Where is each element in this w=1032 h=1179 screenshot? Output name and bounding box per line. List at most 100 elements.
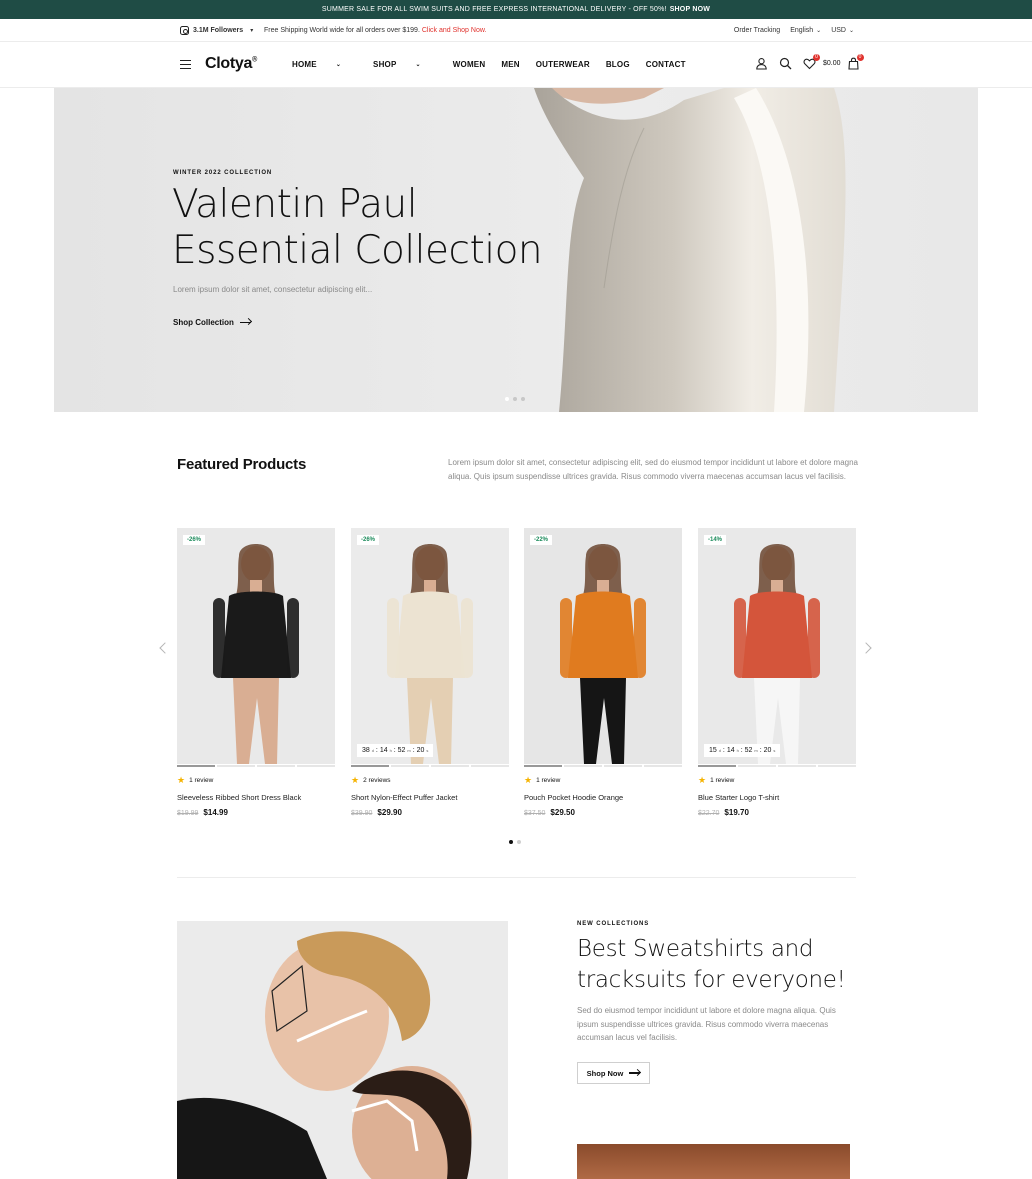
hero-pagination bbox=[505, 397, 525, 401]
shop-now-button[interactable]: Shop Now bbox=[577, 1062, 650, 1084]
instagram-followers[interactable]: 3.1M Followers ▾ bbox=[180, 26, 253, 35]
nav-item-home[interactable]: HOME ⌄ bbox=[292, 60, 357, 69]
product-name[interactable]: Pouch Pocket Hoodie Orange bbox=[524, 793, 682, 802]
collection-image bbox=[177, 921, 508, 1179]
product-name[interactable]: Sleeveless Ribbed Short Dress Black bbox=[177, 793, 335, 802]
hero-kicker: WINTER 2022 COLLECTION bbox=[173, 170, 273, 176]
star-icon: ★ bbox=[177, 775, 186, 785]
wishlist-icon[interactable]: 0 bbox=[803, 54, 820, 70]
menu-icon[interactable] bbox=[180, 60, 191, 69]
timer-seconds: 20 bbox=[416, 747, 425, 754]
wishlist-count: 0 bbox=[813, 54, 820, 61]
chevron-down-icon: ⌄ bbox=[335, 62, 342, 68]
language-select[interactable]: English ⌄ bbox=[790, 27, 821, 34]
order-tracking-link[interactable]: Order Tracking bbox=[734, 27, 780, 34]
logo-mark: ® bbox=[252, 56, 257, 64]
topbar: 3.1M Followers ▾ Free Shipping World wid… bbox=[0, 19, 1032, 42]
product-photo bbox=[387, 544, 473, 764]
currency-select[interactable]: USD ⌄ bbox=[831, 27, 854, 34]
sale-price: $29.90 bbox=[377, 808, 402, 817]
followers-count: 3.1M Followers bbox=[193, 27, 244, 34]
countdown-timer: 15 d : 14 h : 52 m : 20 s bbox=[704, 744, 781, 757]
hero-title: Valentin Paul Essential Collection bbox=[172, 182, 552, 274]
sale-price: $14.99 bbox=[203, 808, 228, 817]
hero-description: Lorem ipsum dolor sit amet, consectetur … bbox=[173, 285, 373, 294]
rating: ★ 1 review bbox=[524, 776, 682, 785]
nav-item-men[interactable]: MEN bbox=[501, 60, 519, 69]
product-card[interactable]: -22% ★ 1 review Pouch Pocket Hoodie Orang… bbox=[524, 528, 682, 817]
timer-hours: 14 bbox=[379, 747, 388, 754]
product-image[interactable]: -14% 15 d : 14 h : 52 m : 20 s bbox=[698, 528, 856, 764]
chevron-left-icon[interactable] bbox=[159, 642, 171, 654]
hero-slider: WINTER 2022 COLLECTION Valentin Paul Esse… bbox=[54, 88, 978, 412]
discount-badge: -14% bbox=[704, 535, 727, 545]
language-value: English bbox=[790, 27, 814, 34]
timer-seconds: 20 bbox=[763, 747, 772, 754]
product-card[interactable]: -14% 15 d : 14 h : 52 m : 20 s ★ 1 review… bbox=[698, 528, 856, 817]
featured-description: Lorem ipsum dolor sit amet, consectetur … bbox=[448, 458, 858, 481]
review-count[interactable]: 2 reviews bbox=[363, 777, 390, 784]
product-name[interactable]: Blue Starter Logo T-shirt bbox=[698, 793, 856, 802]
announcement-bar: SUMMER SALE FOR ALL SWIM SUITS AND FREE … bbox=[0, 0, 1032, 19]
product-price: $39.90 $29.90 bbox=[351, 808, 509, 817]
product-photo bbox=[213, 544, 299, 764]
image-indicator bbox=[177, 765, 335, 767]
timer-minutes: 52 bbox=[744, 747, 753, 754]
nav-label: HOME bbox=[292, 60, 317, 69]
product-image[interactable]: -26% 38 d : 14 h : 52 m : 20 s bbox=[351, 528, 509, 764]
chevron-down-icon: ▾ bbox=[250, 28, 254, 34]
product-pagination bbox=[509, 840, 521, 844]
shop-now-label: Shop Now bbox=[586, 1068, 624, 1078]
cta-label: Shop Collection bbox=[173, 318, 234, 327]
image-indicator bbox=[524, 765, 682, 767]
hero-title-line2: Essential Collection bbox=[172, 228, 543, 273]
user-icon[interactable] bbox=[755, 57, 768, 70]
nav-label: SHOP bbox=[373, 60, 397, 69]
product-name[interactable]: Short Nylon-Effect Puffer Jacket bbox=[351, 793, 509, 802]
topbar-right: Order Tracking English ⌄ USD ⌄ bbox=[734, 27, 854, 34]
header-icons: 0 $0.00 0 bbox=[755, 54, 864, 70]
site-logo[interactable]: Clotya® bbox=[205, 55, 257, 73]
chevron-right-icon[interactable] bbox=[860, 642, 872, 654]
slide-dot[interactable] bbox=[521, 397, 525, 401]
cart-total[interactable]: $0.00 bbox=[823, 60, 841, 67]
review-count[interactable]: 1 review bbox=[710, 777, 734, 784]
chevron-down-icon: ⌄ bbox=[816, 28, 822, 34]
shop-collection-button[interactable]: Shop Collection bbox=[173, 318, 251, 327]
product-image[interactable]: -22% bbox=[524, 528, 682, 764]
rating: ★ 2 reviews bbox=[351, 776, 509, 785]
announcement-shop-now-link[interactable]: SHOP NOW bbox=[670, 6, 710, 13]
nav-item-blog[interactable]: BLOG bbox=[606, 60, 630, 69]
shipping-link[interactable]: Click and Shop Now. bbox=[422, 27, 487, 34]
chevron-down-icon: ⌄ bbox=[848, 28, 854, 34]
nav-item-contact[interactable]: CONTACT bbox=[646, 60, 686, 69]
arrow-right-icon bbox=[239, 321, 251, 324]
timer-days: 38 bbox=[362, 747, 370, 754]
cart-count: 0 bbox=[856, 54, 864, 61]
timer-minutes: 52 bbox=[397, 747, 406, 754]
review-count[interactable]: 1 review bbox=[536, 777, 560, 784]
nav-item-shop[interactable]: SHOP ⌄ bbox=[373, 60, 437, 69]
product-photo bbox=[560, 544, 646, 764]
sale-price: $29.50 bbox=[550, 808, 575, 817]
review-count[interactable]: 1 review bbox=[189, 777, 213, 784]
product-image[interactable]: -26% bbox=[177, 528, 335, 764]
slide-dot[interactable] bbox=[513, 397, 517, 401]
product-card[interactable]: -26% ★ 1 review Sleeveless Ribbed Short D… bbox=[177, 528, 335, 817]
search-icon[interactable] bbox=[779, 57, 792, 70]
collections-kicker: NEW COLLECTIONS bbox=[577, 921, 650, 927]
collection-image-secondary bbox=[577, 1144, 850, 1179]
nav-item-outerwear[interactable]: OUTERWEAR bbox=[536, 60, 590, 69]
page-dot[interactable] bbox=[509, 840, 513, 844]
page-dot[interactable] bbox=[517, 840, 521, 844]
cart-icon[interactable]: 0 bbox=[847, 54, 864, 70]
product-card[interactable]: -26% 38 d : 14 h : 52 m : 20 s ★ 2 review… bbox=[351, 528, 509, 817]
old-price: $39.90 bbox=[351, 810, 373, 817]
currency-value: USD bbox=[831, 27, 846, 34]
countdown-timer: 38 d : 14 h : 52 m : 20 s bbox=[357, 744, 434, 757]
nav-item-women[interactable]: WOMEN bbox=[453, 60, 486, 69]
slide-dot[interactable] bbox=[505, 397, 509, 401]
discount-badge: -26% bbox=[183, 535, 206, 545]
discount-badge: -22% bbox=[530, 535, 553, 545]
image-indicator bbox=[698, 765, 856, 767]
